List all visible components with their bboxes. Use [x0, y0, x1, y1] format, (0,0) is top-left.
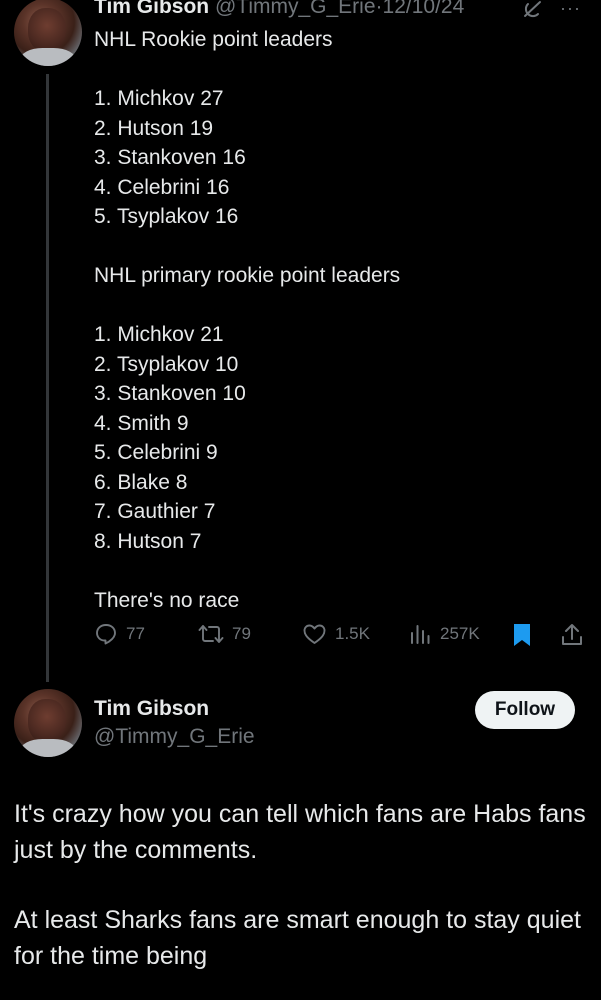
tweet-line: 1. Michkov 27 [94, 87, 224, 110]
like-count: 1.5K [335, 624, 370, 643]
views-count: 257K [440, 624, 480, 643]
avatar-shirt [20, 739, 76, 757]
follow-button[interactable]: Follow [475, 691, 575, 729]
repost-count: 79 [232, 624, 251, 643]
repost-icon [198, 625, 224, 643]
tweet-line: 6. Blake 8 [94, 470, 188, 494]
separator: · [375, 0, 383, 18]
author-name[interactable]: Tim Gibson [94, 0, 209, 18]
tweet-line: 1. Michkov 21 [94, 323, 224, 346]
tweet-line: 4. Celebrini 16 [94, 175, 230, 199]
tweet-line: 5. Celebrini 9 [94, 441, 218, 464]
reply-button[interactable]: 77 [94, 622, 145, 646]
reply-paragraph-gap [14, 868, 589, 902]
bookmark-icon [514, 624, 530, 646]
tweet-line: 4. Smith 9 [94, 411, 189, 435]
avatar[interactable] [14, 0, 82, 66]
reply-icon [96, 624, 116, 645]
repost-button[interactable]: 79 [198, 622, 251, 646]
tweet-actions: 77 79 1.5K 257K [94, 622, 590, 652]
grok-icon[interactable] [522, 0, 544, 20]
tweet-line: 8. Hutson 7 [94, 529, 202, 553]
tweet-line: NHL primary rookie point leaders [94, 264, 401, 287]
tweet-line: 2. Tsyplakov 10 [94, 352, 239, 376]
share-button[interactable] [560, 622, 584, 648]
more-icon[interactable]: ··· [560, 0, 581, 19]
tweet-line: 2. Hutson 19 [94, 116, 214, 140]
avatar-face [28, 699, 66, 743]
share-icon [562, 624, 582, 645]
like-icon [303, 624, 326, 644]
tweet-text: NHL Rookie point leaders 1. Michkov 27 2… [94, 25, 584, 615]
like-button[interactable]: 1.5K [302, 622, 370, 646]
reply-avatar[interactable] [14, 689, 82, 757]
tweet-line: 3. Stankoven 16 [94, 146, 246, 169]
views-icon [411, 625, 430, 644]
reply-paragraph: At least Sharks fans are smart enough to… [14, 906, 581, 970]
views-button[interactable]: 257K [408, 622, 480, 646]
tweet-header: Tim Gibson @Timmy_G_Erie·12/10/24 [94, 0, 464, 20]
reply-author-name[interactable]: Tim Gibson [94, 697, 209, 721]
avatar-shirt [20, 48, 76, 66]
tweet-line: NHL Rookie point leaders [94, 28, 333, 51]
bookmark-button[interactable] [511, 622, 533, 648]
tweet-line: 3. Stankoven 10 [94, 382, 246, 405]
reply-paragraph: It's crazy how you can tell which fans a… [14, 800, 586, 864]
thread-line [46, 74, 49, 682]
tweet-line: There's no race [94, 588, 240, 612]
tweet-line: 7. Gauthier 7 [94, 500, 216, 523]
reply-author-handle[interactable]: @Timmy_G_Erie [94, 725, 255, 749]
tweet-date[interactable]: 12/10/24 [383, 0, 465, 18]
author-handle[interactable]: @Timmy_G_Erie [215, 0, 376, 18]
tweet-line: 5. Tsyplakov 16 [94, 205, 239, 228]
avatar-face [28, 8, 66, 52]
reply-count: 77 [126, 624, 145, 643]
reply-text: It's crazy how you can tell which fans a… [14, 796, 589, 974]
